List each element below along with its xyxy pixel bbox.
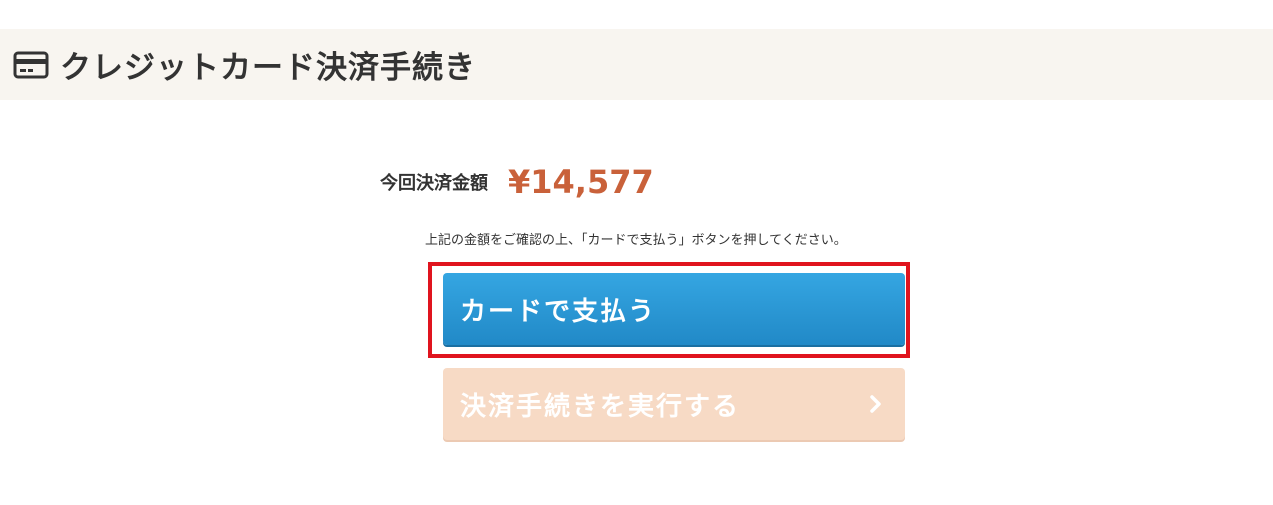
amount-label: 今回決済金額 [380, 173, 488, 194]
pay-with-card-button[interactable]: カードで支払う [443, 273, 905, 345]
instruction-text: 上記の金額をご確認の上、「カードで支払う」ボタンを押してください。 [425, 233, 847, 248]
chevron-right-icon [869, 394, 883, 414]
amount-row: 今回決済金額 ¥14,577 [380, 160, 654, 204]
execute-payment-button[interactable]: 決済手続きを実行する [443, 368, 905, 440]
page-title: クレジットカード決済手続き [60, 50, 476, 86]
amount-value: ¥14,577 [508, 163, 654, 201]
pay-with-card-label: カードで支払う [460, 296, 657, 327]
payment-page: クレジットカード決済手続き 今回決済金額 ¥14,577 上記の金額をご確認の上… [0, 0, 1273, 505]
page-header: クレジットカード決済手続き [0, 29, 1273, 100]
credit-card-icon [13, 51, 49, 79]
execute-payment-label: 決済手続きを実行する [460, 391, 741, 422]
